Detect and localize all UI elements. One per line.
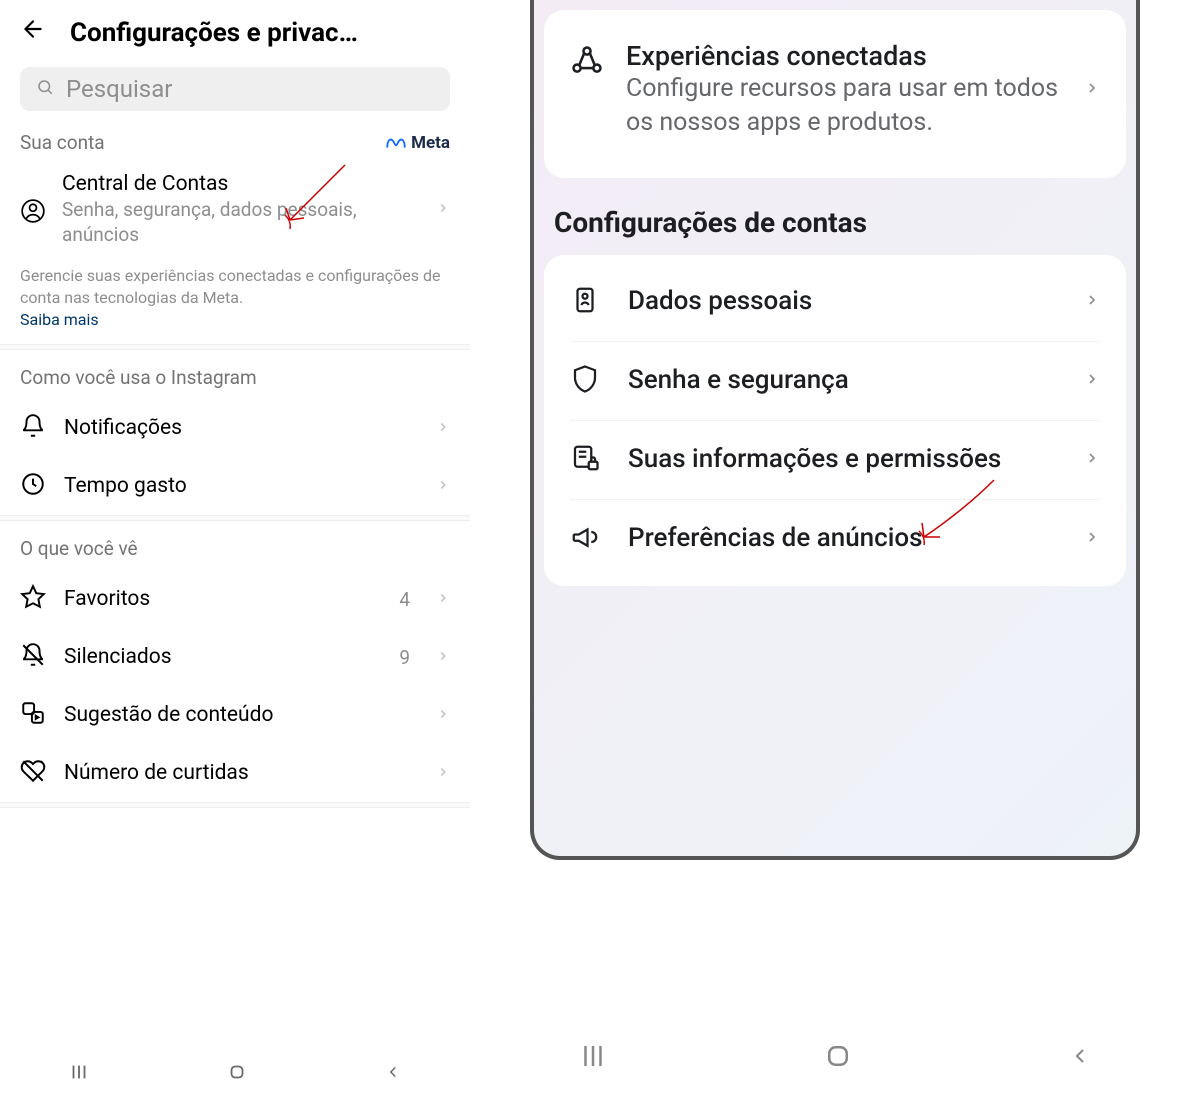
search-icon bbox=[36, 78, 54, 100]
row-label: Notificações bbox=[64, 416, 418, 440]
favorites-count: 4 bbox=[399, 588, 410, 611]
chevron-right-icon bbox=[1084, 80, 1100, 100]
row-label: Senha e segurança bbox=[628, 365, 1058, 396]
row-content-suggestions[interactable]: Sugestão de conteúdo bbox=[0, 686, 470, 744]
phone-frame: Experiências conectadas Configure recurs… bbox=[530, 0, 1140, 860]
page-title: Configurações e privac… bbox=[70, 18, 450, 48]
row-ad-preferences[interactable]: Preferências de anúncios bbox=[544, 500, 1126, 578]
chevron-right-icon bbox=[436, 590, 450, 609]
section-how-you-use: Como você usa o Instagram bbox=[0, 350, 470, 399]
card-account-settings: Dados pessoais Senha e segurança Suas in… bbox=[544, 255, 1126, 586]
section-your-account: Sua conta bbox=[20, 131, 105, 154]
chevron-right-icon bbox=[436, 200, 450, 219]
row-label: Preferências de anúncios bbox=[628, 523, 1058, 554]
row-notifications[interactable]: Notificações bbox=[0, 399, 470, 457]
chevron-right-icon bbox=[1084, 371, 1100, 391]
row-label: Tempo gasto bbox=[64, 474, 418, 498]
chevron-right-icon bbox=[436, 706, 450, 725]
row-label: Sugestão de conteúdo bbox=[64, 703, 418, 727]
connected-experiences-subtitle: Configure recursos para usar em todos os… bbox=[626, 72, 1062, 140]
row-password-security[interactable]: Senha e segurança bbox=[544, 342, 1126, 420]
home-icon[interactable] bbox=[226, 1061, 248, 1083]
heart-off-icon bbox=[20, 758, 46, 788]
row-muted[interactable]: Silenciados 9 bbox=[0, 628, 470, 686]
accounts-center-subtitle: Senha, segurança, dados pessoais, anúnci… bbox=[62, 198, 420, 247]
connected-icon bbox=[570, 44, 604, 82]
search-placeholder: Pesquisar bbox=[66, 75, 172, 103]
meta-label: Meta bbox=[411, 133, 450, 153]
megaphone-icon bbox=[570, 522, 602, 556]
row-label: Silenciados bbox=[64, 645, 381, 669]
section-account-settings: Configurações de contas bbox=[544, 194, 1126, 255]
android-nav-bar bbox=[470, 1041, 1200, 1075]
clock-icon bbox=[20, 471, 46, 501]
bell-off-icon bbox=[20, 642, 46, 672]
back-nav-icon[interactable] bbox=[384, 1063, 402, 1081]
chevron-right-icon bbox=[1084, 292, 1100, 312]
accounts-center-title: Central de Contas bbox=[62, 172, 420, 198]
row-label: Número de curtidas bbox=[64, 761, 418, 785]
id-card-icon bbox=[570, 285, 602, 319]
content-icon bbox=[20, 700, 46, 730]
row-info-permissions[interactable]: Suas informações e permissões bbox=[544, 421, 1126, 499]
back-icon[interactable] bbox=[20, 16, 46, 49]
section-what-you-see: O que você vê bbox=[0, 521, 470, 570]
chevron-right-icon bbox=[1084, 529, 1100, 549]
row-label: Dados pessoais bbox=[628, 286, 1058, 317]
row-label: Suas informações e permissões bbox=[628, 444, 1058, 475]
card-connected-experiences: Experiências conectadas Configure recurs… bbox=[544, 10, 1126, 178]
accounts-center-row[interactable]: Central de Contas Senha, segurança, dado… bbox=[0, 158, 470, 255]
shield-icon bbox=[570, 364, 602, 398]
header: Configurações e privac… bbox=[0, 0, 470, 59]
bell-icon bbox=[20, 413, 46, 443]
left-phone-screenshot: Configurações e privac… Pesquisar Sua co… bbox=[0, 0, 470, 1097]
recents-icon[interactable] bbox=[68, 1061, 90, 1083]
document-lock-icon bbox=[570, 443, 602, 477]
home-icon[interactable] bbox=[823, 1041, 853, 1075]
row-label: Favoritos bbox=[64, 587, 381, 611]
chevron-right-icon bbox=[436, 477, 450, 496]
android-nav-bar bbox=[0, 1061, 470, 1083]
chevron-right-icon bbox=[1084, 450, 1100, 470]
row-connected-experiences[interactable]: Experiências conectadas Configure recurs… bbox=[544, 18, 1126, 170]
meta-brand: Meta bbox=[385, 133, 450, 153]
star-icon bbox=[20, 584, 46, 614]
row-like-count[interactable]: Número de curtidas bbox=[0, 744, 470, 802]
row-personal-data[interactable]: Dados pessoais bbox=[544, 263, 1126, 341]
chevron-right-icon bbox=[436, 764, 450, 783]
muted-count: 9 bbox=[399, 646, 410, 669]
back-nav-icon[interactable] bbox=[1068, 1044, 1092, 1072]
learn-more-link[interactable]: Saiba mais bbox=[20, 310, 99, 329]
row-time-spent[interactable]: Tempo gasto bbox=[0, 457, 470, 515]
row-favorites[interactable]: Favoritos 4 bbox=[0, 570, 470, 628]
meta-logo-icon bbox=[385, 136, 407, 150]
person-circle-icon bbox=[20, 198, 46, 228]
chevron-right-icon bbox=[436, 648, 450, 667]
connected-experiences-title: Experiências conectadas bbox=[626, 40, 1062, 72]
right-phone-screenshot: Experiências conectadas Configure recurs… bbox=[470, 0, 1200, 1097]
manage-description: Gerencie suas experiências conectadas e … bbox=[0, 255, 470, 344]
divider bbox=[0, 802, 470, 808]
search-input[interactable]: Pesquisar bbox=[20, 67, 450, 111]
chevron-right-icon bbox=[436, 419, 450, 438]
recents-icon[interactable] bbox=[578, 1041, 608, 1075]
